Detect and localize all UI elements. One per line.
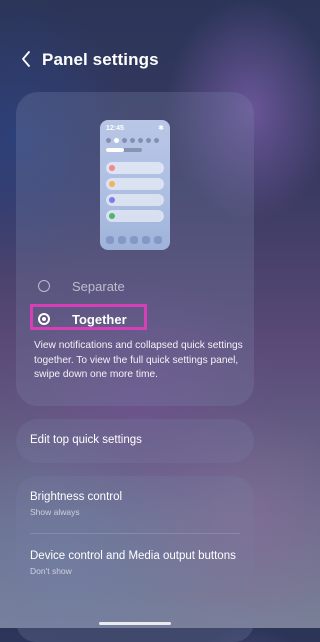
device-media-buttons-label: Device control and Media output buttons xyxy=(30,550,236,562)
radio-separate[interactable] xyxy=(38,280,50,292)
radio-together[interactable] xyxy=(38,313,50,325)
option-description: View notifications and collapsed quick s… xyxy=(34,340,243,380)
divider xyxy=(30,533,240,534)
brightness-control-label: Brightness control xyxy=(30,491,123,503)
preview-time: 12:45 xyxy=(106,125,124,132)
option-together[interactable]: Together xyxy=(16,309,254,333)
edit-quick-settings-label: Edit top quick settings xyxy=(30,434,142,446)
option-separate[interactable]: Separate xyxy=(16,276,254,300)
device-media-buttons-item[interactable]: Device control and Media output buttons … xyxy=(30,550,240,576)
edit-quick-settings-item[interactable]: Edit top quick settings xyxy=(16,419,254,463)
header: Panel settings xyxy=(0,44,270,74)
brightness-control-item[interactable]: Brightness control Show always xyxy=(30,491,240,517)
option-together-label: Together xyxy=(72,312,127,327)
device-media-buttons-value: Don't show xyxy=(30,566,72,576)
panel-layout-card: 12:45 ✱ Separate Together View notificat… xyxy=(16,92,254,406)
home-indicator[interactable] xyxy=(99,622,171,625)
page-title: Panel settings xyxy=(42,50,159,69)
gear-icon: ✱ xyxy=(158,125,164,132)
brightness-control-value: Show always xyxy=(30,507,80,517)
controls-card: Brightness control Show always Device co… xyxy=(16,476,254,590)
back-arrow-icon[interactable] xyxy=(20,50,36,68)
option-separate-label: Separate xyxy=(72,279,125,294)
panel-preview-image: 12:45 ✱ xyxy=(100,120,170,250)
